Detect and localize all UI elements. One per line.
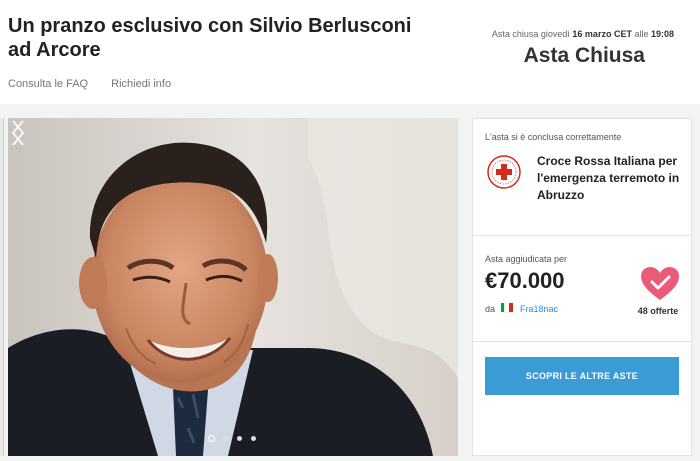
heart-icon — [641, 267, 679, 300]
italy-flag-icon — [501, 302, 513, 313]
left-edge-panel — [0, 118, 4, 456]
image-carousel[interactable] — [8, 118, 458, 456]
discover-other-auctions-button[interactable]: SCOPRI LE ALTRE ASTE — [485, 357, 679, 395]
divider — [473, 235, 691, 236]
awarded-label: Asta aggiudicata per — [485, 254, 568, 264]
winner-username-link[interactable]: Fra18nac — [520, 304, 558, 314]
offers-count: 48 offerte — [637, 306, 679, 316]
auction-header: Un pranzo esclusivo con Silvio Berluscon… — [0, 0, 700, 104]
closed-mid: alle — [631, 29, 651, 39]
carousel-photo — [8, 118, 458, 456]
closed-info: Asta chiusa giovedì 16 marzo CET alle 19… — [492, 29, 674, 39]
chevron-right-icon[interactable] — [8, 118, 28, 148]
auction-summary-panel: L'asta si è conclusa correttamente Croce… — [472, 118, 692, 456]
header-links: Consulta le FAQ Richiedi info — [8, 78, 191, 90]
main-content: L'asta si è conclusa correttamente Croce… — [0, 104, 700, 461]
carousel-dot-3[interactable] — [237, 436, 242, 441]
divider — [473, 341, 691, 342]
carousel-dot-1[interactable] — [208, 435, 215, 442]
closed-time: 19:08 — [650, 29, 674, 39]
auction-status: Asta Chiusa — [523, 44, 645, 67]
winner-by-label: da — [485, 304, 496, 314]
auction-title: Un pranzo esclusivo con Silvio Berluscon… — [8, 15, 412, 61]
request-info-link[interactable]: Richiedi info — [111, 78, 171, 90]
red-cross-logo — [487, 155, 521, 189]
final-price: €70.000 — [485, 268, 565, 293]
closed-date: 16 marzo CET — [572, 29, 632, 39]
faq-link[interactable]: Consulta le FAQ — [8, 78, 88, 90]
concluded-note: L'asta si è conclusa correttamente — [485, 132, 622, 142]
closed-prefix: Asta chiusa giovedì — [491, 29, 573, 39]
carousel-dot-4[interactable] — [251, 436, 256, 441]
charity-name[interactable]: Croce Rossa Italiana per l'emergenza ter… — [537, 153, 687, 204]
carousel-dot-2[interactable] — [223, 436, 228, 441]
